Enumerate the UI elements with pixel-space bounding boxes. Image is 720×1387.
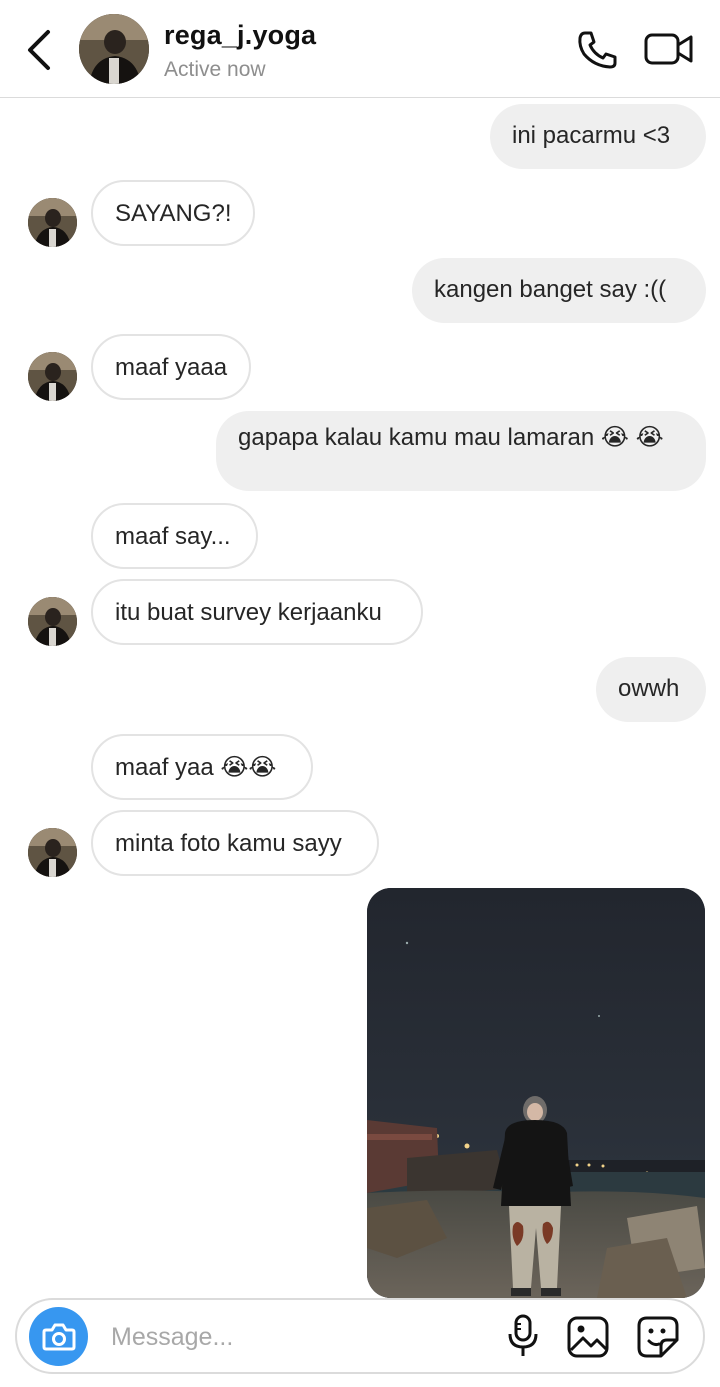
message-outgoing[interactable]: ini pacarmu <3 <box>490 104 706 169</box>
sender-avatar[interactable] <box>28 198 77 247</box>
message-incoming[interactable]: maaf say... <box>91 503 258 569</box>
night-photo <box>367 888 705 1298</box>
message-outgoing[interactable]: gapapa kalau kamu mau lamaran 😭 😭 <box>216 411 706 491</box>
chat-header: rega_j.yoga Active now <box>0 0 720 98</box>
microphone-icon[interactable] <box>507 1314 539 1358</box>
sender-avatar[interactable] <box>28 352 77 401</box>
gallery-icon[interactable] <box>567 1316 609 1358</box>
message-incoming[interactable]: minta foto kamu sayy <box>91 810 379 876</box>
message-outgoing[interactable]: kangen banget say :(( <box>412 258 706 323</box>
camera-button[interactable] <box>29 1307 88 1366</box>
camera-icon <box>42 1323 75 1350</box>
message-incoming[interactable]: SAYANG?! <box>91 180 255 246</box>
profile-avatar[interactable] <box>79 14 149 84</box>
message-input[interactable] <box>109 1314 473 1360</box>
back-arrow-icon[interactable] <box>22 28 58 72</box>
username[interactable]: rega_j.yoga <box>164 20 316 51</box>
sticker-icon[interactable] <box>637 1316 679 1358</box>
message-incoming[interactable]: maaf yaaa <box>91 334 251 400</box>
sender-avatar[interactable] <box>28 597 77 646</box>
active-status: Active now <box>164 58 266 81</box>
message-outgoing[interactable]: owwh <box>596 657 706 722</box>
photo-message[interactable] <box>367 888 705 1298</box>
message-composer <box>15 1298 705 1374</box>
video-camera-icon[interactable] <box>644 32 694 66</box>
message-incoming[interactable]: itu buat survey kerjaanku <box>91 579 423 645</box>
message-incoming[interactable]: maaf yaa 😭😭 <box>91 734 313 800</box>
phone-icon[interactable] <box>576 30 618 70</box>
sender-avatar[interactable] <box>28 828 77 877</box>
